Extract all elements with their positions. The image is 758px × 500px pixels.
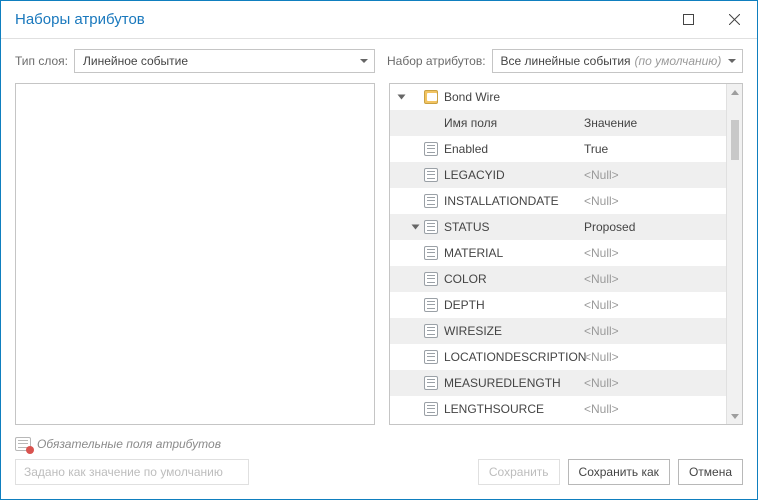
field-name: Enabled bbox=[444, 142, 488, 156]
field-value[interactable]: <Null> bbox=[584, 194, 619, 208]
set-default-button: Задано как значение по умолчанию bbox=[15, 459, 249, 485]
button-bar: Задано как значение по умолчанию Сохрани… bbox=[1, 455, 757, 499]
field-icon bbox=[424, 168, 438, 182]
field-value[interactable]: <Null> bbox=[584, 376, 619, 390]
table-row[interactable]: MEASUREDLENGTH <Null> bbox=[390, 370, 726, 396]
table-row[interactable]: LENGTHSOURCE <Null> bbox=[390, 396, 726, 422]
field-name: INSTALLATIONDATE bbox=[444, 194, 559, 208]
table-row[interactable]: DEPTH <Null> bbox=[390, 292, 726, 318]
field-value[interactable]: <Null> bbox=[584, 402, 619, 416]
save-as-button[interactable]: Сохранить как bbox=[568, 459, 670, 485]
close-button[interactable] bbox=[711, 1, 757, 39]
required-field-icon bbox=[15, 437, 31, 451]
chevron-down-icon bbox=[728, 59, 736, 63]
field-value[interactable]: <Null> bbox=[584, 272, 619, 286]
chevron-down-icon bbox=[360, 59, 368, 63]
required-fields-note: Обязательные поля атрибутов bbox=[1, 429, 757, 455]
header-name: Имя поля bbox=[444, 116, 497, 130]
field-name: STATUS bbox=[444, 220, 490, 234]
field-name: MEASUREDLENGTH bbox=[444, 376, 561, 390]
table-row[interactable]: INSTALLATIONDATE <Null> bbox=[390, 188, 726, 214]
field-icon bbox=[424, 142, 438, 156]
field-icon bbox=[424, 220, 438, 234]
field-name: LOCATIONDESCRIPTION bbox=[444, 350, 586, 364]
scroll-up-icon[interactable] bbox=[727, 84, 742, 100]
scroll-thumb[interactable] bbox=[731, 120, 739, 160]
vertical-scrollbar[interactable] bbox=[726, 84, 742, 424]
table-row[interactable]: COLOR <Null> bbox=[390, 266, 726, 292]
expander-icon[interactable] bbox=[394, 93, 408, 101]
field-icon bbox=[424, 272, 438, 286]
attr-set-value: Все линейные события(по умолчанию) bbox=[501, 54, 722, 68]
field-name: MATERIAL bbox=[444, 246, 503, 260]
field-icon bbox=[424, 402, 438, 416]
maximize-icon bbox=[683, 14, 694, 25]
table-row[interactable]: LEGACYID <Null> bbox=[390, 162, 726, 188]
field-name: LENGTHSOURCE bbox=[444, 402, 544, 416]
folder-icon bbox=[424, 90, 438, 104]
table-row[interactable]: WIRESIZE <Null> bbox=[390, 318, 726, 344]
field-value[interactable]: <Null> bbox=[584, 324, 619, 338]
table-row[interactable]: LOCATIONDESCRIPTION<Null> bbox=[390, 344, 726, 370]
field-name: COLOR bbox=[444, 272, 487, 286]
required-note-label: Обязательные поля атрибутов bbox=[37, 437, 221, 451]
field-icon bbox=[424, 324, 438, 338]
table-row[interactable]: MATERIAL <Null> bbox=[390, 240, 726, 266]
scroll-down-icon[interactable] bbox=[727, 408, 742, 424]
group-name: Bond Wire bbox=[444, 90, 500, 104]
group-row[interactable]: Bond Wire bbox=[390, 84, 726, 110]
field-icon bbox=[424, 298, 438, 312]
filter-list[interactable] bbox=[15, 83, 375, 425]
controls-row: Тип слоя: Линейное событие Набор атрибут… bbox=[1, 39, 757, 79]
field-value[interactable]: <Null> bbox=[584, 246, 619, 260]
field-name: LEGACYID bbox=[444, 168, 505, 182]
layer-type-select[interactable]: Линейное событие bbox=[74, 49, 375, 73]
field-icon bbox=[424, 376, 438, 390]
field-icon bbox=[424, 194, 438, 208]
table-row[interactable]: Enabled True bbox=[390, 136, 726, 162]
titlebar: Наборы атрибутов bbox=[1, 1, 757, 39]
field-value[interactable]: <Null> bbox=[584, 168, 619, 182]
attribute-sets-dialog: Наборы атрибутов Тип слоя: Линейное собы… bbox=[0, 0, 758, 500]
field-value[interactable]: Proposed bbox=[584, 220, 635, 234]
header-value: Значение bbox=[584, 116, 637, 130]
field-icon bbox=[424, 350, 438, 364]
attribute-grid: Bond Wire Имя поля Значение Enabled True L… bbox=[389, 83, 743, 425]
save-button: Сохранить bbox=[478, 459, 560, 485]
field-name: WIRESIZE bbox=[444, 324, 502, 338]
field-value[interactable]: <Null> bbox=[584, 298, 619, 312]
window-title: Наборы атрибутов bbox=[15, 11, 145, 28]
field-value[interactable]: True bbox=[584, 142, 608, 156]
cancel-button[interactable]: Отмена bbox=[678, 459, 743, 485]
field-icon bbox=[424, 246, 438, 260]
layer-type-value: Линейное событие bbox=[83, 54, 188, 68]
attr-set-label: Набор атрибутов: bbox=[387, 54, 486, 68]
expander-icon[interactable] bbox=[408, 223, 422, 231]
table-row[interactable]: STATUS Proposed bbox=[390, 214, 726, 240]
panes: Bond Wire Имя поля Значение Enabled True L… bbox=[1, 79, 757, 429]
maximize-button[interactable] bbox=[665, 1, 711, 39]
field-name: DEPTH bbox=[444, 298, 485, 312]
layer-type-label: Тип слоя: bbox=[15, 54, 68, 68]
attr-set-select[interactable]: Все линейные события(по умолчанию) bbox=[492, 49, 743, 73]
field-value[interactable]: <Null> bbox=[584, 350, 619, 364]
close-icon bbox=[729, 14, 740, 25]
grid-header: Имя поля Значение bbox=[390, 110, 726, 136]
